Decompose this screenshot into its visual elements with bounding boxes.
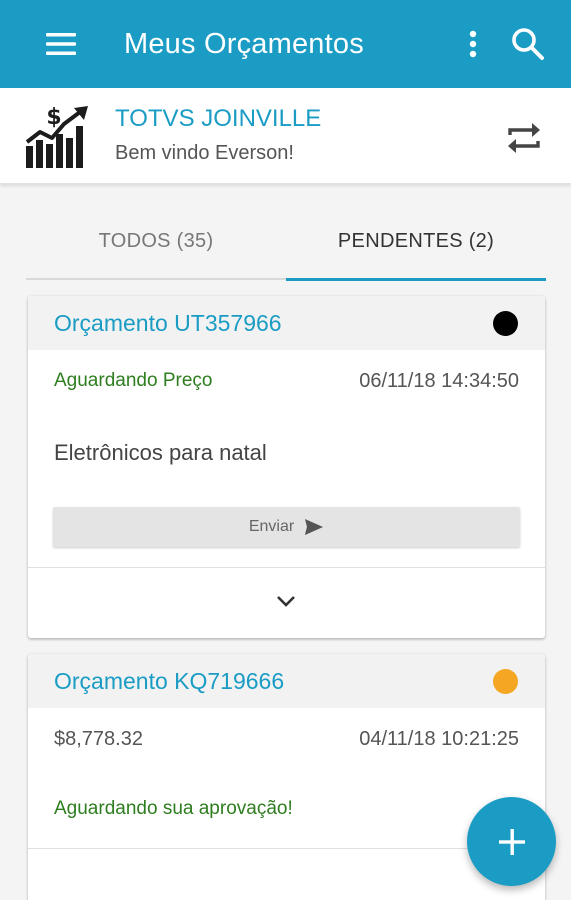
quote-amount: $8,778.32 xyxy=(54,728,143,750)
quote-datetime: 04/11/18 10:21:25 xyxy=(359,728,519,750)
search-button[interactable] xyxy=(506,22,550,66)
welcome-message: Bem vindo Everson! xyxy=(115,142,294,164)
filter-tabs: TODOS (35) PENDENTES (2) xyxy=(26,206,546,281)
app-title: Meus Orçamentos xyxy=(124,28,364,60)
quote-card-header: Orçamento UT357966 xyxy=(28,296,545,350)
tab-indicator xyxy=(286,278,546,281)
expand-button[interactable] xyxy=(266,584,306,618)
send-icon xyxy=(305,519,324,535)
menu-icon xyxy=(46,33,76,55)
status-indicator xyxy=(493,311,518,336)
add-quote-button[interactable] xyxy=(467,797,556,886)
quote-datetime: 06/11/18 14:34:50 xyxy=(359,370,519,392)
quote-title: Orçamento KQ719666 xyxy=(54,668,285,694)
send-button[interactable]: Enviar xyxy=(53,507,520,547)
quote-title: Orçamento UT357966 xyxy=(54,310,282,336)
more-options-button[interactable] xyxy=(457,24,489,64)
tab-all[interactable]: TODOS (35) xyxy=(26,206,286,276)
quote-status: Aguardando Preço xyxy=(54,370,213,391)
app-screen: Meus Orçamentos $ TOTVS JOINVILLE Bem vi… xyxy=(0,0,571,900)
menu-button[interactable] xyxy=(40,26,82,62)
company-name: TOTVS JOINVILLE xyxy=(115,105,322,132)
quote-card[interactable]: Orçamento UT357966 Aguardando Preço 06/1… xyxy=(28,296,545,638)
svg-text:$: $ xyxy=(46,105,61,130)
swap-icon xyxy=(508,123,540,153)
card-divider xyxy=(28,567,545,568)
plus-icon xyxy=(498,828,525,855)
finance-growth-icon: $ xyxy=(25,105,88,168)
switch-company-button[interactable] xyxy=(500,116,548,160)
quote-card-header: Orçamento KQ719666 xyxy=(28,654,545,708)
app-bar: Meus Orçamentos xyxy=(0,0,571,88)
tab-pending[interactable]: PENDENTES (2) xyxy=(286,206,546,276)
status-indicator xyxy=(493,669,518,694)
quote-status: Aguardando sua aprovação! xyxy=(54,798,293,819)
company-header: $ TOTVS JOINVILLE Bem vindo Everson! xyxy=(0,88,571,184)
quote-card[interactable]: Orçamento KQ719666 $8,778.32 04/11/18 10… xyxy=(28,654,545,900)
send-button-label: Enviar xyxy=(248,518,295,535)
search-icon xyxy=(512,28,544,60)
more-vert-icon xyxy=(469,30,477,58)
chevron-down-icon xyxy=(277,596,295,607)
quote-description: Eletrônicos para natal xyxy=(54,440,267,465)
